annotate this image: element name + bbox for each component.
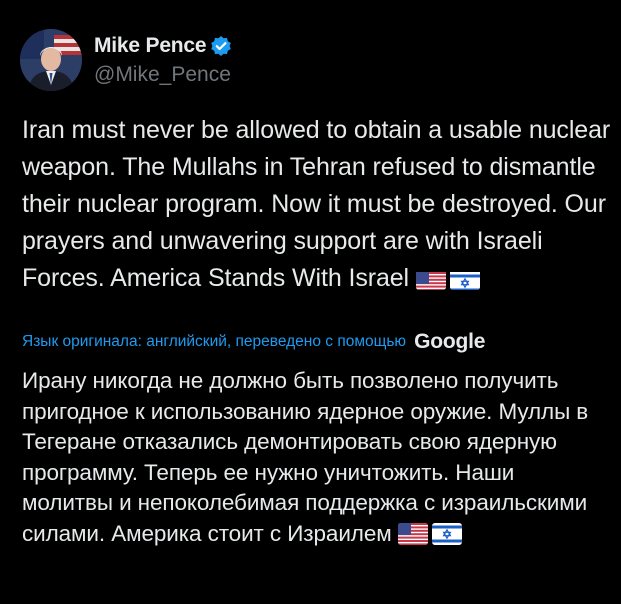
avatar[interactable] xyxy=(20,29,82,91)
tweet-header: Mike Pence @Mike_Pence xyxy=(20,28,232,92)
verified-badge-icon[interactable] xyxy=(210,35,232,57)
tweet-flags xyxy=(415,268,480,290)
translation-note-text[interactable]: Язык оригинала: английский, переведено с… xyxy=(22,333,406,351)
display-name[interactable]: Mike Pence xyxy=(94,34,207,58)
israel-flag-icon xyxy=(431,522,462,545)
israel-flag-icon xyxy=(449,268,480,290)
translated-flags xyxy=(397,522,462,545)
us-flag-icon xyxy=(415,268,446,290)
author-names: Mike Pence @Mike_Pence xyxy=(94,33,232,87)
google-logo: Google xyxy=(414,330,486,353)
translated-text: Ирану никогда не должно быть позволено п… xyxy=(22,366,607,549)
tweet-card: Mike Pence @Mike_Pence Iran must never b… xyxy=(0,0,621,604)
translated-text-content: Ирану никогда не должно быть позволено п… xyxy=(22,368,589,546)
tweet-text: Iran must never be allowed to obtain a u… xyxy=(22,112,612,297)
handle[interactable]: @Mike_Pence xyxy=(94,63,232,87)
tweet-text-content: Iran must never be allowed to obtain a u… xyxy=(22,116,611,292)
us-flag-icon xyxy=(397,522,428,545)
translation-note[interactable]: Язык оригинала: английский, переведено с… xyxy=(22,330,612,354)
display-name-row: Mike Pence xyxy=(94,33,232,59)
